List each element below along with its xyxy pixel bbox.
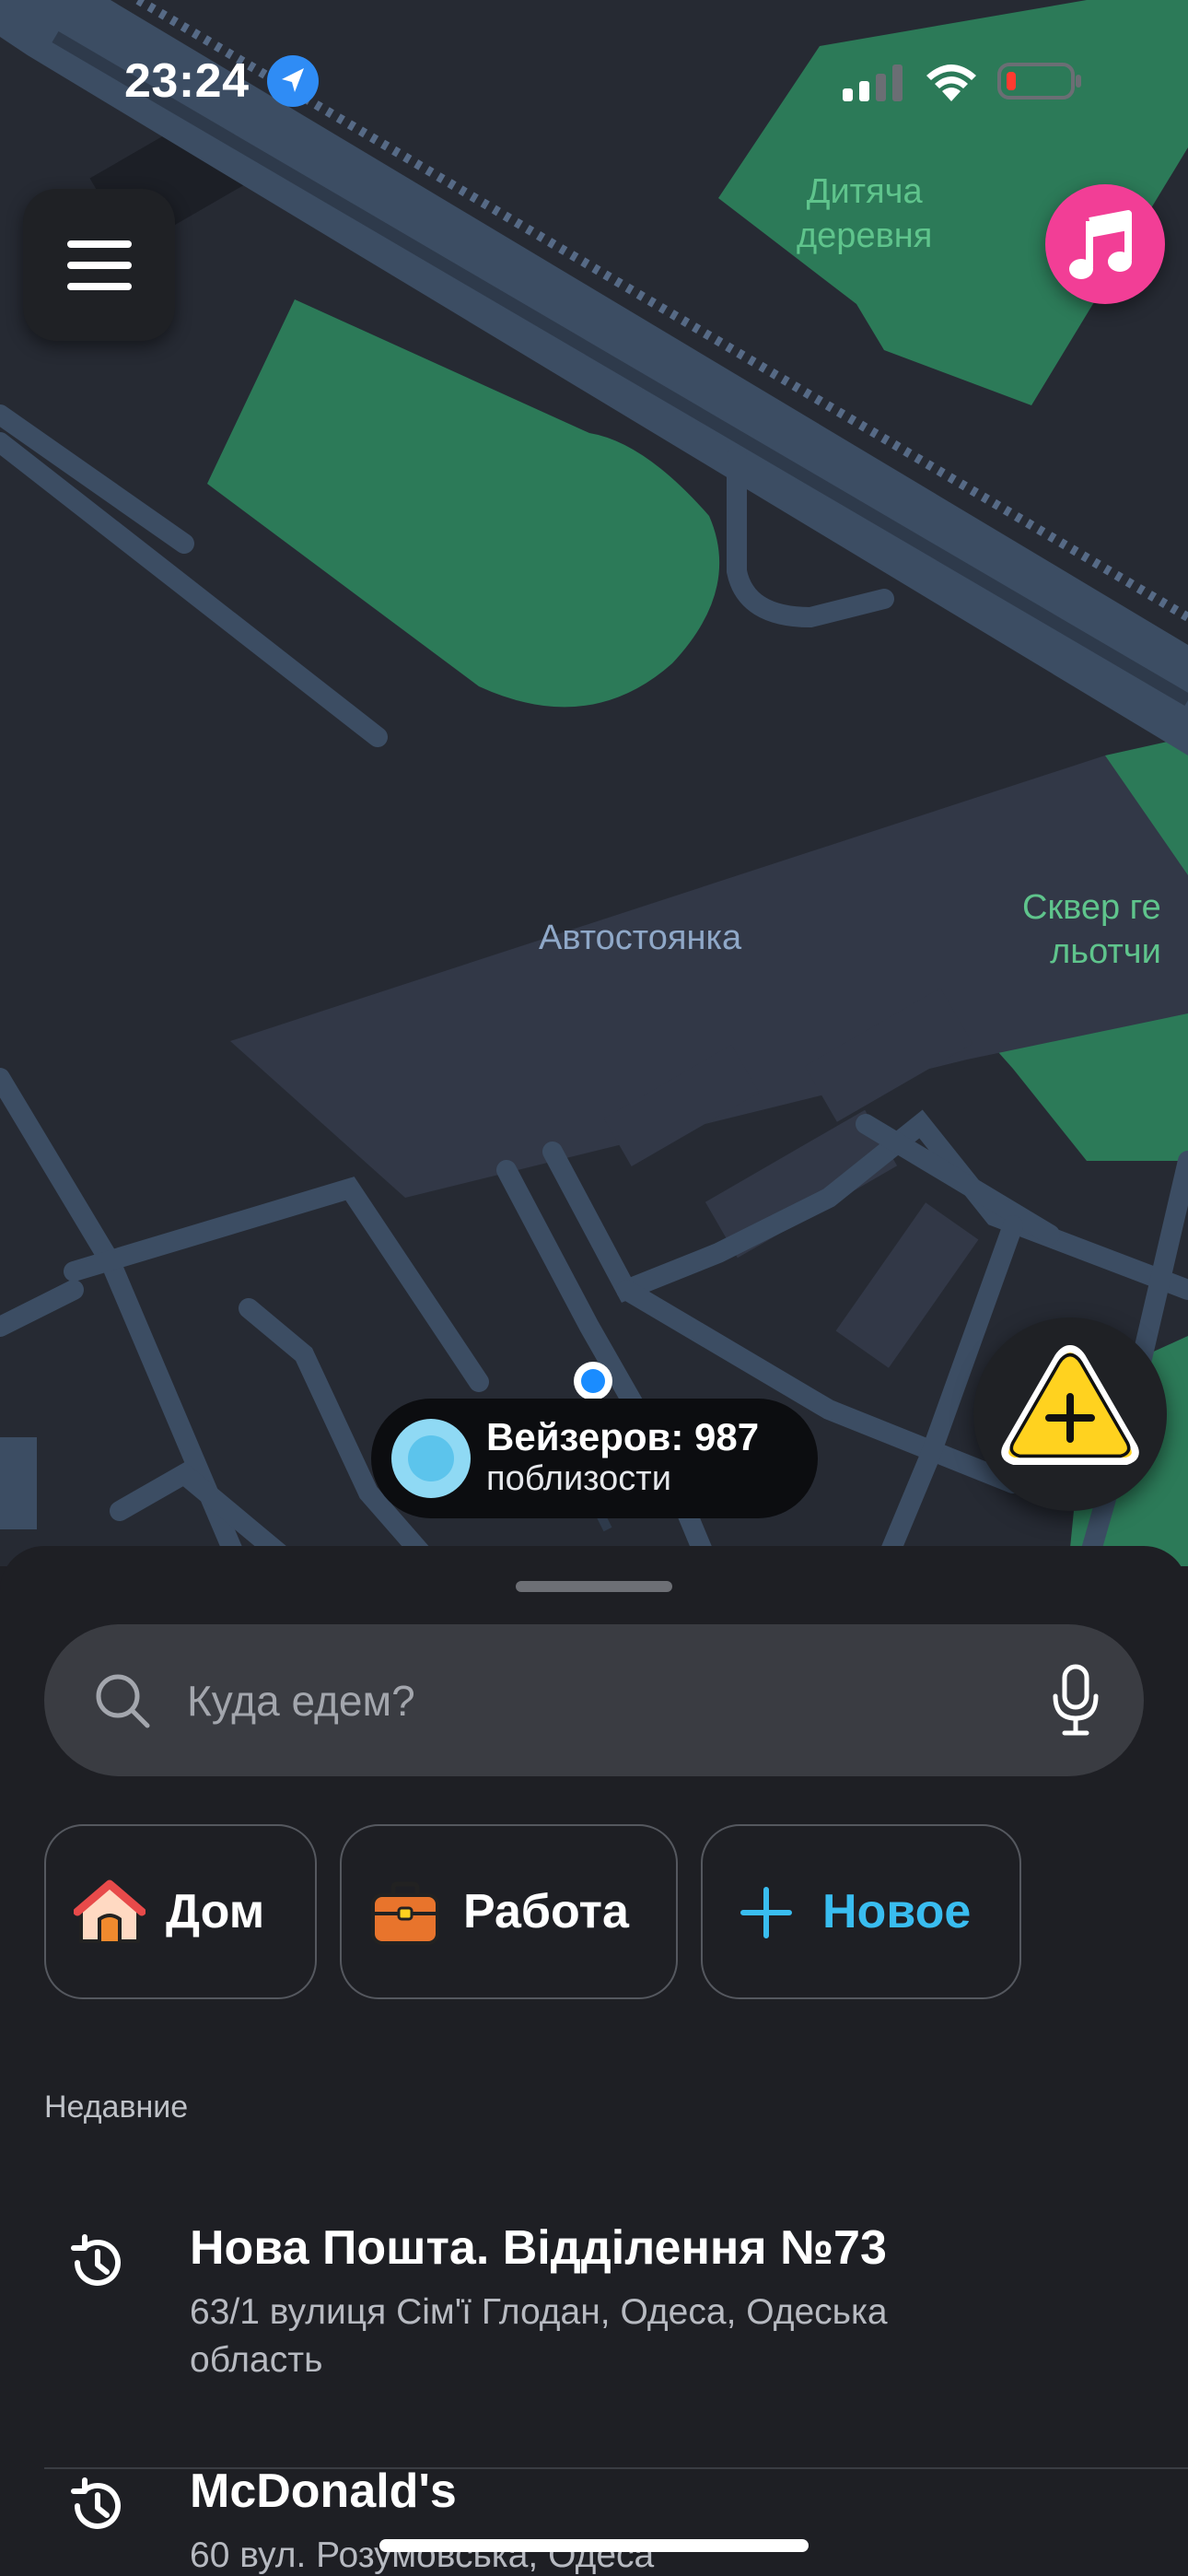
history-clock-icon: [71, 2234, 121, 2286]
wazers-subtitle: поблизости: [486, 1459, 671, 1498]
recent-destination-address: 63/1 вулиця Сім'ї Глодан, Одеса, Одеська…: [190, 2292, 888, 2380]
shortcut-home-label: Дом: [166, 1885, 265, 1938]
home-icon: [74, 1879, 146, 1943]
recent-heading: Недавние: [44, 2090, 189, 2125]
plus-icon: [740, 1887, 792, 1938]
menu-button[interactable]: [23, 189, 175, 341]
shortcut-work-button[interactable]: Работа: [340, 1824, 678, 1999]
recent-destination-item[interactable]: McDonald's 60 вул. Розумовська, Одеса: [44, 2465, 1144, 2576]
map-label-square: Сквер ге льотчи: [1022, 888, 1161, 971]
add-shortcut-button[interactable]: Новое: [701, 1824, 1021, 1999]
map-label-parking: Автостоянка: [539, 919, 742, 957]
history-clock-icon: [71, 2477, 121, 2529]
recent-destination-title: McDonald's: [190, 2465, 457, 2518]
search-icon: [96, 1674, 150, 1728]
status-bar: 23:24: [0, 0, 1188, 157]
search-input[interactable]: [187, 1624, 1034, 1776]
search-bar[interactable]: [44, 1624, 1144, 1776]
recent-destination-item[interactable]: Нова Пошта. Відділення №73 63/1 вулиця С…: [44, 2220, 1144, 2441]
report-hazard-plus-icon: [1001, 1345, 1139, 1465]
music-note-icon: [1069, 210, 1132, 279]
shortcut-work-label: Работа: [463, 1885, 629, 1938]
home-indicator[interactable]: [379, 2539, 809, 2552]
microphone-icon[interactable]: [1048, 1663, 1103, 1737]
shortcut-home-button[interactable]: Дом: [44, 1824, 317, 1999]
add-shortcut-label: Новое: [822, 1885, 972, 1938]
briefcase-icon: [371, 1881, 439, 1945]
battery-low-icon: [997, 63, 1081, 100]
cellular-signal-icon: [843, 64, 903, 101]
wifi-icon: [926, 64, 976, 101]
wazers-count: Вейзеров: 987: [486, 1415, 760, 1458]
location-arrow-icon: [267, 55, 319, 107]
report-button[interactable]: [973, 1317, 1167, 1511]
music-button[interactable]: [1045, 184, 1165, 304]
bottom-sheet[interactable]: Дом Работа Новое Недавние Нова Пошта. Ві…: [0, 1546, 1188, 2576]
status-time: 23:24: [124, 54, 250, 108]
recent-destination-title: Нова Пошта. Відділення №73: [190, 2221, 887, 2275]
current-location-marker: [574, 1362, 612, 1400]
map-label-park: Дитяча деревня: [797, 172, 933, 255]
sheet-drag-handle[interactable]: [516, 1581, 672, 1592]
nearby-wazers-pill[interactable]: Вейзеров: 987 поблизости: [371, 1399, 818, 1518]
wazer-avatar-icon: [391, 1419, 471, 1498]
